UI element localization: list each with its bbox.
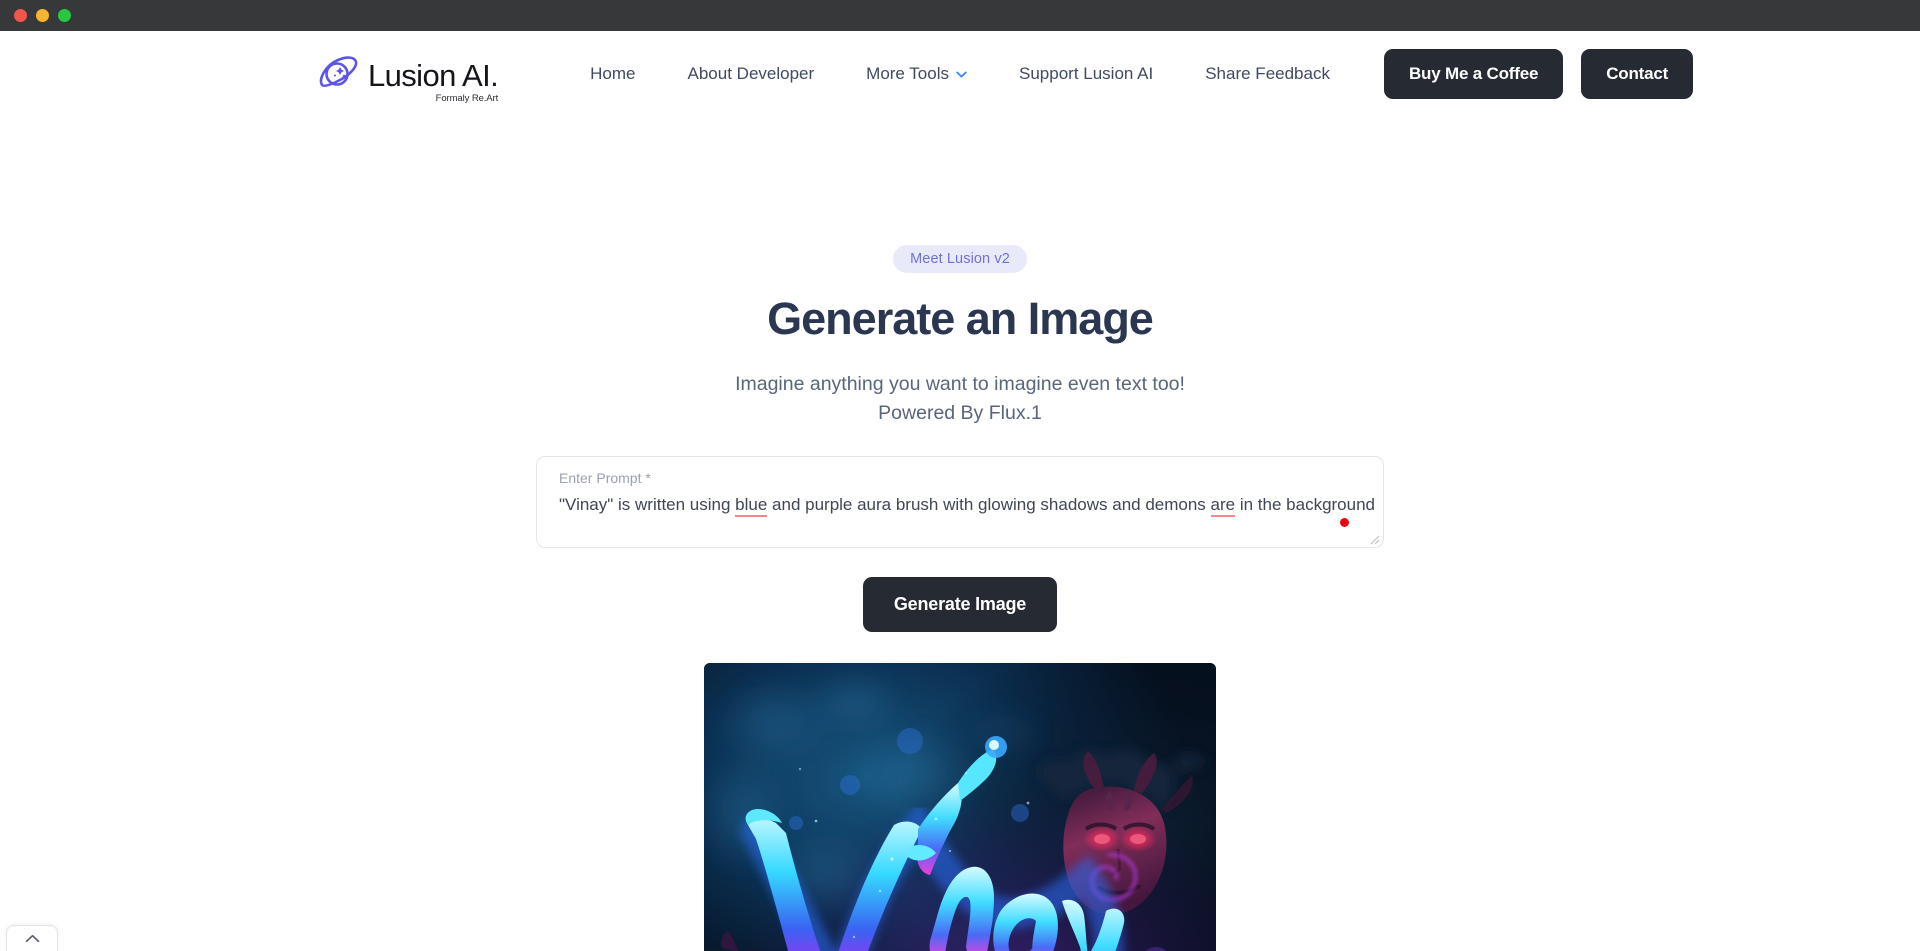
prompt-segment: and purple aura brush with glowing shado… — [767, 494, 1211, 514]
version-badge: Meet Lusion v2 — [893, 245, 1027, 273]
nav-item-share-feedback[interactable]: Share Feedback — [1179, 56, 1356, 92]
nav-item-label: About Developer — [687, 64, 815, 83]
generated-image-container[interactable] — [704, 662, 1216, 951]
contact-button[interactable]: Contact — [1581, 49, 1694, 99]
brand-name: Lusion AI. — [368, 58, 499, 93]
brand-logo[interactable]: Lusion AI. Formaly Re.Art — [318, 55, 499, 104]
window-close-button[interactable] — [14, 9, 27, 22]
prompt-segment-misspelled: blue — [735, 494, 768, 517]
page-title: Generate an Image — [767, 293, 1154, 344]
hero-subtitle: Imagine anything you want to imagine eve… — [0, 370, 1920, 428]
nav-item-home[interactable]: Home — [590, 56, 661, 92]
chevron-up-icon — [25, 934, 39, 943]
nav-item-label: More Tools — [866, 64, 949, 83]
nav-item-label: Support Lusion AI — [1019, 64, 1154, 83]
generated-image — [704, 662, 1216, 951]
window-minimize-button[interactable] — [36, 9, 49, 22]
recording-dot-icon[interactable] — [1340, 517, 1349, 527]
hero-subtitle-line-1: Imagine anything you want to imagine eve… — [735, 373, 1185, 395]
prompt-label: Enter Prompt * — [559, 469, 651, 486]
main-nav: Home About Developer More Tools Support … — [590, 56, 1356, 92]
chevron-down-icon — [956, 71, 967, 77]
window-maximize-button[interactable] — [58, 9, 71, 22]
scroll-to-top-tab[interactable] — [6, 925, 58, 951]
generate-image-button[interactable]: Generate Image — [862, 576, 1058, 632]
brand-tagline: Formaly Re.Art — [435, 93, 499, 104]
prompt-field-wrapper: Enter Prompt * "Vinay" is written using … — [536, 455, 1384, 548]
header-actions: Buy Me a Coffee Contact — [1383, 49, 1694, 99]
page-body: Lusion AI. Formaly Re.Art Home About Dev… — [0, 31, 1920, 951]
planet-orbit-icon — [319, 56, 358, 88]
prompt-value: "Vinay" is written using blue and purple… — [559, 494, 1375, 517]
window-titlebar — [0, 0, 1920, 31]
nav-item-more-tools[interactable]: More Tools — [840, 56, 993, 92]
generate-row: Generate Image — [0, 576, 1920, 632]
prompt-segment: in the background — [1235, 494, 1376, 514]
nav-item-label: Share Feedback — [1205, 64, 1330, 83]
resize-corner-icon[interactable] — [1367, 532, 1380, 545]
hero-section: Meet Lusion v2 Generate an Image Imagine… — [0, 245, 1920, 428]
prompt-segment: "Vinay" is written using — [559, 494, 736, 514]
nav-item-label: Home — [590, 64, 636, 83]
hero-subtitle-line-2: Powered By Flux.1 — [878, 401, 1042, 424]
site-header: Lusion AI. Formaly Re.Art Home About Dev… — [0, 31, 1920, 117]
buy-me-a-coffee-button[interactable]: Buy Me a Coffee — [1383, 49, 1564, 99]
nav-item-about-developer[interactable]: About Developer — [662, 56, 841, 92]
prompt-input[interactable]: Enter Prompt * "Vinay" is written using … — [536, 455, 1384, 548]
nav-item-support-lusion-ai[interactable]: Support Lusion AI — [993, 56, 1179, 92]
prompt-segment-misspelled: are — [1210, 494, 1236, 517]
